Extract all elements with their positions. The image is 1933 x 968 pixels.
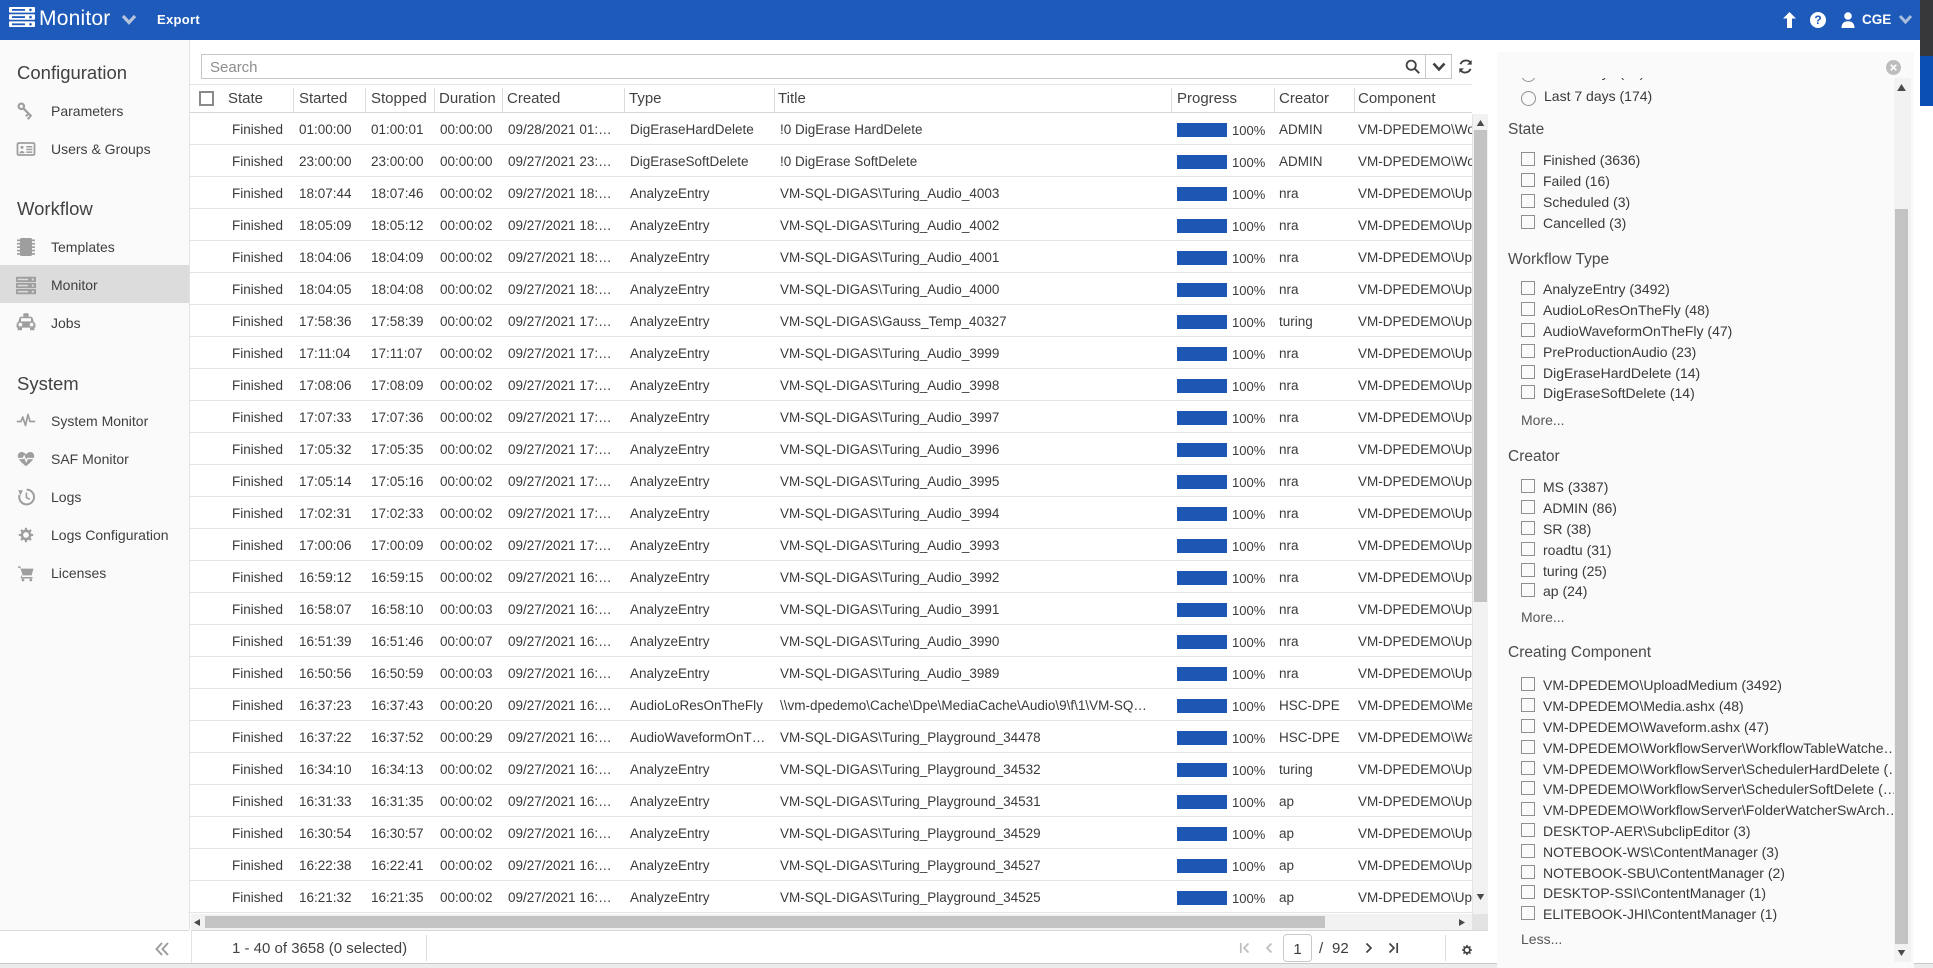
svg-text:?: ?: [1814, 13, 1821, 27]
